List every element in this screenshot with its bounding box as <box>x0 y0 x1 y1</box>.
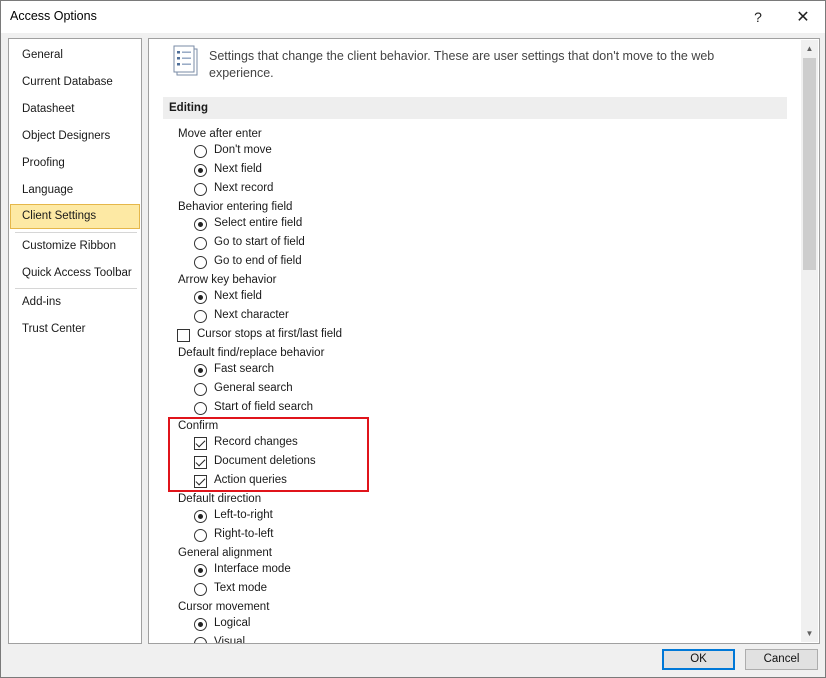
checkbox-label: Cursor stops at first/last field <box>197 328 343 340</box>
radio-button[interactable] <box>194 256 207 269</box>
radio-label: General search <box>214 382 293 394</box>
radio-button[interactable] <box>194 291 207 304</box>
radio-label: Interface mode <box>214 563 291 575</box>
group-label-behavior-entering-field: Behavior entering field <box>178 201 293 213</box>
sidebar-item-client-settings[interactable]: Client Settings <box>10 204 140 229</box>
checkbox-label: Action queries <box>214 474 287 486</box>
radio-button[interactable] <box>194 364 207 377</box>
scroll-up-arrow-icon[interactable]: ▲ <box>801 40 818 57</box>
radio-button[interactable] <box>194 183 207 196</box>
group-label-confirm: Confirm <box>178 420 219 432</box>
group-label-move-after-enter: Move after enter <box>178 128 262 140</box>
sidebar-item-add-ins[interactable]: Add-ins <box>10 290 140 315</box>
checkbox[interactable] <box>194 475 207 488</box>
radio-label: Next record <box>214 182 274 194</box>
sidebar-item-proofing[interactable]: Proofing <box>10 151 140 176</box>
radio-label: Fast search <box>214 363 275 375</box>
sidebar-item-trust-center[interactable]: Trust Center <box>10 317 140 342</box>
help-button[interactable]: ? <box>736 1 780 32</box>
radio-label: Start of field search <box>214 401 314 413</box>
radio-label: Go to start of field <box>214 236 305 248</box>
close-button[interactable]: ✕ <box>781 1 825 32</box>
radio-button[interactable] <box>194 637 207 643</box>
group-label-default-find-replace: Default find/replace behavior <box>178 347 325 359</box>
radio-button[interactable] <box>194 145 207 158</box>
access-options-dialog: Access Options ? ✕ General Current Datab… <box>0 0 826 678</box>
section-header-editing: Editing <box>163 97 787 119</box>
radio-button[interactable] <box>194 402 207 415</box>
sidebar-item-current-database[interactable]: Current Database <box>10 70 140 95</box>
title-bar: Access Options ? ✕ <box>1 1 825 33</box>
radio-button[interactable] <box>194 583 207 596</box>
group-label-default-direction: Default direction <box>178 493 262 505</box>
radio-button[interactable] <box>194 237 207 250</box>
radio-label: Logical <box>214 617 251 629</box>
radio-label: Text mode <box>214 582 268 594</box>
radio-button[interactable] <box>194 218 207 231</box>
sidebar-item-language[interactable]: Language <box>10 178 140 203</box>
radio-button[interactable] <box>194 618 207 631</box>
group-label-general-alignment: General alignment <box>178 547 272 559</box>
panel-description: Settings that change the client behavior… <box>209 49 715 80</box>
radio-label: Right-to-left <box>214 528 274 540</box>
scroll-thumb[interactable] <box>803 58 816 270</box>
sidebar-item-object-designers[interactable]: Object Designers <box>10 124 140 149</box>
radio-button[interactable] <box>194 310 207 323</box>
radio-label: Next field <box>214 163 262 175</box>
checkbox-label: Record changes <box>214 436 298 448</box>
window-title: Access Options <box>10 9 97 23</box>
sidebar-item-general[interactable]: General <box>10 43 140 68</box>
checkbox[interactable] <box>177 329 190 342</box>
checkbox-label: Document deletions <box>214 455 316 467</box>
settings-panel: Settings that change the client behavior… <box>148 38 820 644</box>
radio-label: Don't move <box>214 144 272 156</box>
close-icon: ✕ <box>796 8 810 26</box>
radio-label: Next field <box>214 290 262 302</box>
radio-label: Go to end of field <box>214 255 302 267</box>
sidebar-divider <box>15 288 137 289</box>
radio-label: Left-to-right <box>214 509 273 521</box>
radio-button[interactable] <box>194 564 207 577</box>
radio-button[interactable] <box>194 529 207 542</box>
radio-button[interactable] <box>194 510 207 523</box>
settings-document-icon <box>173 45 198 76</box>
checkbox[interactable] <box>194 456 207 469</box>
sidebar-item-quick-access-toolbar[interactable]: Quick Access Toolbar <box>10 261 140 286</box>
radio-label: Next character <box>214 309 289 321</box>
group-label-cursor-movement: Cursor movement <box>178 601 270 613</box>
scroll-down-arrow-icon[interactable]: ▼ <box>801 625 818 642</box>
checkbox[interactable] <box>194 437 207 450</box>
group-label-arrow-key-behavior: Arrow key behavior <box>178 274 277 286</box>
options-sidebar: General Current Database Datasheet Objec… <box>8 38 142 644</box>
radio-button[interactable] <box>194 164 207 177</box>
sidebar-divider <box>15 232 137 233</box>
sidebar-item-customize-ribbon[interactable]: Customize Ribbon <box>10 234 140 259</box>
vertical-scrollbar[interactable]: ▲ ▼ <box>801 40 818 642</box>
radio-button[interactable] <box>194 383 207 396</box>
sidebar-item-datasheet[interactable]: Datasheet <box>10 97 140 122</box>
cancel-button[interactable]: Cancel <box>745 649 818 670</box>
radio-label: Select entire field <box>214 217 303 229</box>
help-icon: ? <box>754 8 762 25</box>
radio-label: Visual <box>214 636 246 644</box>
ok-button[interactable]: OK <box>662 649 735 670</box>
